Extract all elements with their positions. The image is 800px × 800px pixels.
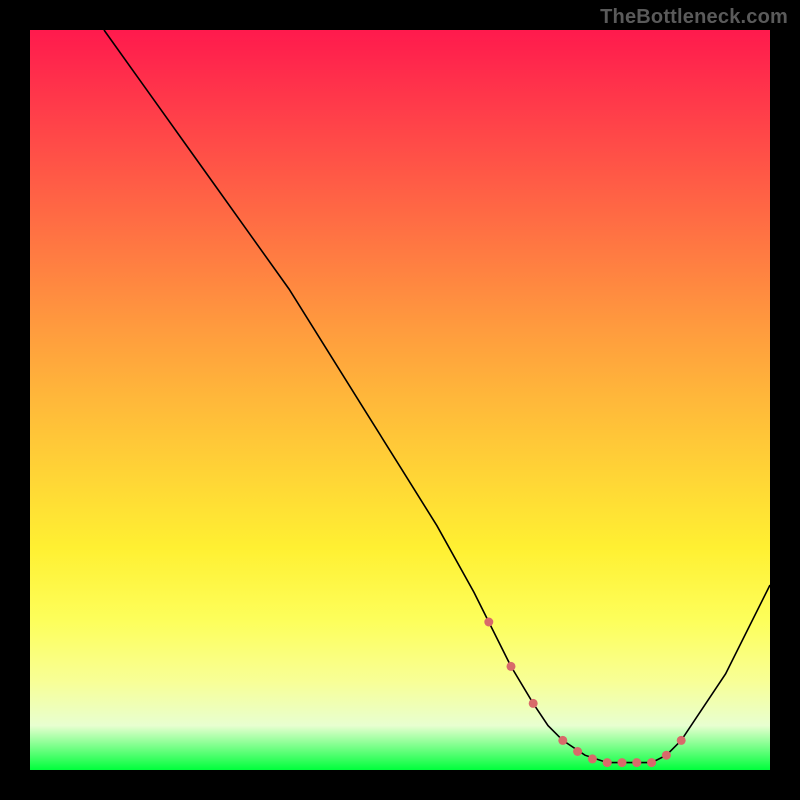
highlight-dot <box>558 736 567 745</box>
highlight-dots-group <box>484 618 685 768</box>
highlight-dot <box>647 758 656 767</box>
bottleneck-curve <box>104 30 770 763</box>
highlight-dot <box>603 758 612 767</box>
highlight-dot <box>677 736 686 745</box>
highlight-dot <box>632 758 641 767</box>
highlight-dot <box>529 699 538 708</box>
plot-area <box>30 30 770 770</box>
chart-svg <box>30 30 770 770</box>
chart-frame: TheBottleneck.com <box>0 0 800 800</box>
highlight-dot <box>662 751 671 760</box>
highlight-dot <box>588 754 597 763</box>
watermark-text: TheBottleneck.com <box>600 6 788 29</box>
highlight-dot <box>484 618 493 627</box>
highlight-dot <box>618 758 627 767</box>
highlight-dot <box>507 662 516 671</box>
highlight-dot <box>573 747 582 756</box>
